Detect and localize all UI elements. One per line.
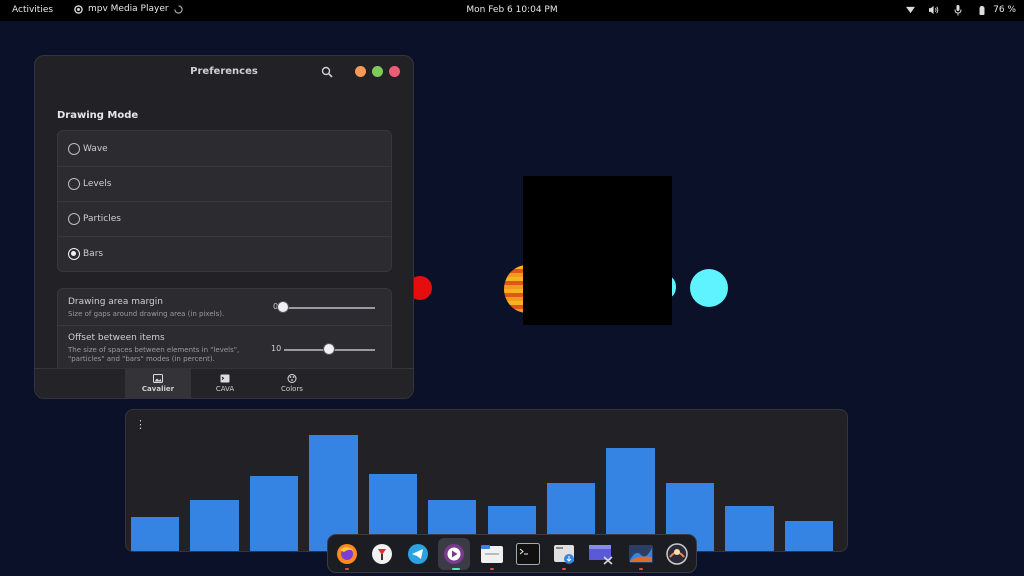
running-indicator	[345, 568, 349, 570]
app-icon[interactable]	[664, 541, 690, 567]
mode-label: Bars	[83, 249, 104, 259]
close-button[interactable]	[389, 66, 400, 77]
clock[interactable]: Mon Feb 6 10:04 PM	[0, 5, 1024, 15]
divider	[58, 325, 391, 326]
menu-icon[interactable]: ⋮	[135, 419, 146, 433]
preferences-header: Preferences	[35, 56, 413, 88]
radio-button[interactable]	[68, 142, 80, 155]
section-title: Drawing Mode	[57, 110, 139, 121]
system-tray[interactable]: 76 %	[905, 4, 1016, 16]
mpv-icon[interactable]	[438, 538, 470, 570]
terminal-icon	[220, 374, 230, 383]
battery-icon[interactable]	[977, 4, 987, 16]
visualizer-bar	[131, 517, 180, 551]
cyan-orb	[690, 269, 728, 307]
microphone-icon[interactable]	[953, 4, 963, 16]
visualizer-bar	[249, 476, 299, 551]
cavalier-window: ⋮	[125, 409, 848, 552]
tab-cavalier[interactable]: Cavalier	[125, 369, 191, 398]
visualizer-bar	[784, 521, 833, 551]
drawing-mode-list: Wave Levels Particles Bars	[57, 130, 392, 272]
mode-option-bars[interactable]: Bars	[58, 236, 391, 271]
search-icon[interactable]	[321, 66, 333, 78]
tab-cava[interactable]: CAVA	[192, 369, 258, 398]
dock	[327, 534, 697, 573]
palette-icon	[287, 374, 297, 383]
video-window[interactable]	[523, 176, 672, 325]
radio-button[interactable]	[68, 178, 80, 190]
radio-button-selected[interactable]	[68, 248, 80, 260]
network-icon[interactable]	[905, 4, 915, 16]
firefox-icon[interactable]	[334, 541, 360, 567]
image-icon	[153, 374, 163, 383]
visualizer-bar	[190, 500, 239, 551]
setting-description: Size of gaps around drawing area (in pix…	[68, 310, 225, 318]
setting-description: The size of spaces between elements in "…	[68, 346, 240, 363]
download-manager-icon[interactable]	[369, 541, 395, 567]
offset-value: 10	[271, 344, 282, 353]
mode-option-levels[interactable]: Levels	[58, 166, 391, 201]
mode-label: Wave	[83, 143, 108, 154]
mode-label: Particles	[83, 214, 121, 224]
margin-slider-track[interactable]	[280, 307, 375, 309]
cavalier-icon[interactable]	[628, 541, 654, 567]
mode-option-wave[interactable]: Wave	[58, 131, 391, 166]
margin-slider-knob[interactable]	[277, 301, 289, 313]
tab-colors[interactable]: Colors	[259, 369, 325, 398]
visualizer-bar	[725, 506, 774, 551]
mode-option-particles[interactable]: Particles	[58, 201, 391, 236]
radio-button[interactable]	[68, 213, 80, 225]
running-indicator	[452, 568, 460, 570]
running-indicator	[562, 568, 566, 570]
minimize-button[interactable]	[355, 66, 366, 77]
screenshot-icon[interactable]	[588, 541, 614, 567]
tab-label: Colors	[281, 385, 303, 393]
files-icon[interactable]	[479, 541, 505, 567]
offset-slider-knob[interactable]	[323, 343, 335, 355]
maximize-button[interactable]	[372, 66, 383, 77]
top-bar: Activities mpv Media Player Mon Feb 6 10…	[0, 0, 1024, 21]
tab-label: Cavalier	[141, 385, 175, 393]
running-indicator	[490, 568, 494, 570]
setting-title: Offset between items	[68, 333, 165, 343]
tab-label: CAVA	[215, 385, 235, 393]
terminal-icon[interactable]	[515, 541, 541, 567]
running-indicator	[639, 568, 643, 570]
setting-title: Drawing area margin	[68, 297, 163, 307]
preferences-window: Preferences Drawing Mode Wave Levels Par…	[34, 55, 414, 399]
mode-label: Levels	[83, 179, 112, 189]
preferences-tab-bar: Cavalier CAVA Colors	[35, 368, 413, 398]
battery-level: 76 %	[993, 5, 1016, 15]
telegram-icon[interactable]	[405, 541, 431, 567]
installer-icon[interactable]	[551, 541, 577, 567]
volume-icon[interactable]	[929, 4, 939, 16]
slider-settings-list: Drawing area margin Size of gaps around …	[57, 288, 392, 378]
